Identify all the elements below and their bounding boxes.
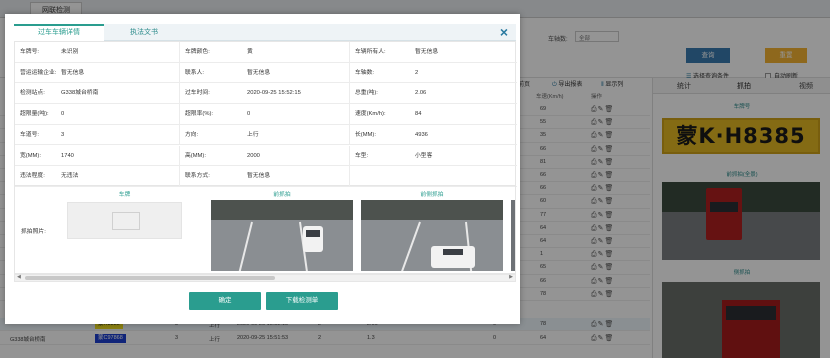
column-divider [349,62,350,84]
info-label: 车辆所有人: [355,49,386,55]
column-divider [179,104,180,125]
info-label: 营运运输企业: [20,69,57,76]
horizontal-scrollbar[interactable]: ◀ ▶ [14,274,516,282]
front-capture-image[interactable] [211,200,353,271]
column-divider [179,62,180,84]
column-divider [349,145,350,167]
column-divider [349,42,350,63]
info-row: 车道号: 3 方向: 上行 长(MM): 4936 [15,124,517,146]
info-value: 未识别 [61,49,79,55]
capture-images-section: 车牌 前抓拍 前侧抓拍 抓拍照片: [14,186,516,274]
info-value: 暂无信息 [415,49,439,55]
vehicle-detail-modal: 过车车辆详情 执法文书 × 车牌号: 未识别 车牌颜色: 黄车辆所有人: 暂无信息 营运运… [5,14,520,324]
column-divider [179,42,180,63]
info-label: 联系人: [185,69,205,76]
info-value: 上行 [247,131,259,138]
info-label: 高(MM): [185,152,206,159]
scroll-left-icon[interactable]: ◀ [17,274,21,280]
column-divider [349,124,350,146]
info-label: 车型: [355,152,369,159]
info-row: 违法程度: 无违法 联系方式: 暂无信息 [15,166,517,187]
info-label: 速度(Km/h): [355,111,386,118]
info-value: 4936 [415,131,428,138]
info-value: 2020-09-25 15:52:15 [247,90,301,97]
column-divider [179,124,180,146]
plate-image-head: 车牌 [118,192,131,198]
info-label: 宽(MM): [20,152,41,159]
info-value: 黄 [247,49,253,55]
info-label: 车牌号: [20,49,40,55]
info-row: 超限量(吨): 0 超限率(%): 0 速度(Km/h): 84 [15,104,517,125]
info-label: 超限率(%): [185,111,214,118]
info-label: 联系方式: [185,173,210,180]
capture-images-label: 抓拍照片: [21,229,46,235]
info-value: 2000 [247,152,260,159]
info-value: 无违法 [61,173,79,180]
info-label: 超限量(吨): [20,111,49,118]
info-row: 车牌号: 未识别 车牌颜色: 黄 车辆所有人: 暂无信息 [15,42,517,63]
front-image-head: 前抓拍 [273,192,291,198]
info-value: 0 [247,111,251,118]
column-divider [349,166,350,187]
info-label: 过车时间: [185,90,210,97]
info-label: 违法程度: [20,173,45,180]
info-value: 暂无信息 [247,173,271,180]
vehicle-info-grid: 车牌号: 未识别 车牌颜色: 黄车辆所有人: 暂无信息 营运运输企业: 暂无信息 联系人: 暂无… [14,41,517,187]
info-label: 方向: [185,131,199,138]
image-placeholder-icon [112,212,140,230]
info-label: 车轴数: [355,69,375,76]
info-label: 长(MM): [355,131,376,138]
info-value: 3 [61,131,65,138]
plate-image-placeholder[interactable] [67,202,182,239]
close-icon[interactable]: × [500,25,508,39]
front-side-capture-image[interactable] [361,200,503,271]
column-divider [349,104,350,125]
info-value: 暂无信息 [61,69,85,76]
tab-vehicle-detail[interactable]: 过车车辆详情 [14,24,104,41]
column-divider [349,83,350,105]
info-value: 2 [415,69,419,76]
next-capture-image[interactable] [511,200,515,271]
info-row: 宽(MM): 1740 高(MM): 2000 车型: 小型客 [15,145,517,167]
info-label: 车道号: [20,131,40,138]
info-value: 2.06 [415,90,427,97]
info-value: 1740 [61,152,74,159]
info-value: 0 [61,111,65,118]
column-divider [179,166,180,187]
info-row: 营运运输企业: 暂无信息 联系人: 暂无信息 车轴数: 2 [15,62,517,84]
info-value: 84 [415,111,422,118]
info-value: 小型客 [415,152,433,159]
info-value: G338城台桥南 [61,90,99,97]
column-divider [179,145,180,167]
scroll-thumb[interactable] [25,276,275,280]
info-label: 总重(吨): [355,90,378,97]
scroll-right-icon[interactable]: ▶ [509,274,513,280]
download-report-button[interactable]: 下载检测单 [266,292,338,310]
column-divider [179,83,180,105]
front-side-image-head: 前侧抓拍 [420,192,444,198]
tab-enforcement-docs[interactable]: 执法文书 [114,24,174,41]
info-row: 检测站点: G338城台桥南 过车时间: 2020-09-25 15:52:15 总重(… [15,83,517,105]
modal-header: 过车车辆详情 执法文书 × [14,24,516,41]
info-label: 检测站点: [20,90,45,97]
info-value: 暂无信息 [247,69,271,76]
ok-button[interactable]: 确定 [189,292,261,310]
info-label: 车牌颜色: [185,49,210,55]
